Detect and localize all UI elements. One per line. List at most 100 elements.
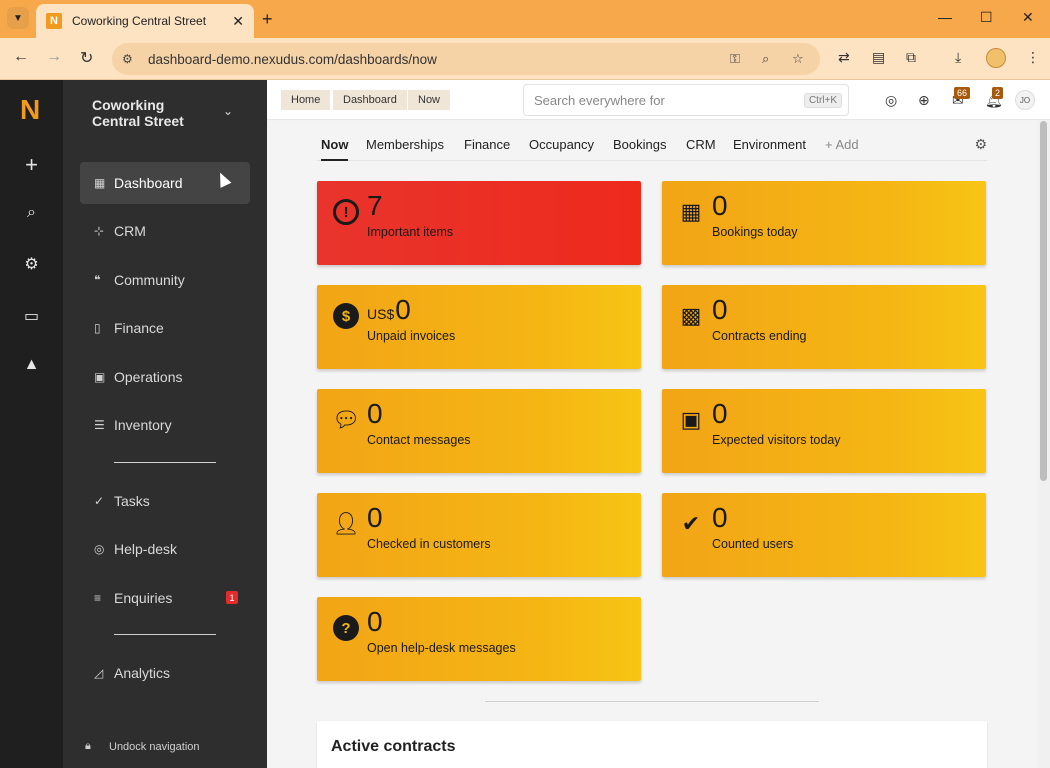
tile-checked-in-customers[interactable]: 👤︎ 0 Checked in customers bbox=[317, 493, 641, 577]
tab-bookings[interactable]: Bookings bbox=[613, 137, 666, 152]
chat-icon: 💬︎ bbox=[332, 407, 360, 432]
sidebar-item-label: CRM bbox=[114, 223, 146, 239]
chip-icon: ▣ bbox=[94, 370, 106, 384]
tile-contracts-ending[interactable]: ▩ 0 Contracts ending bbox=[662, 285, 986, 369]
page-scrollbar[interactable] bbox=[1037, 121, 1050, 768]
breadcrumb-now[interactable]: Now bbox=[408, 90, 451, 110]
close-tab-icon[interactable]: ✕ bbox=[232, 13, 244, 30]
sidebar-divider bbox=[114, 462, 216, 463]
tile-label: Counted users bbox=[712, 537, 794, 551]
forward-arrow-icon[interactable]: → bbox=[46, 48, 62, 66]
global-search-input[interactable]: Search everywhere for Ctrl+K bbox=[523, 84, 849, 116]
nexudus-logo[interactable]: N bbox=[20, 94, 40, 126]
tile-contact-messages[interactable]: 💬︎ 0 Contact messages bbox=[317, 389, 641, 473]
document-icon: ▯ bbox=[94, 321, 101, 335]
undock-navigation-button[interactable]: 🔒︎ Undock navigation bbox=[85, 740, 200, 753]
new-tab-button[interactable]: + bbox=[262, 9, 273, 30]
add-icon[interactable]: + bbox=[0, 152, 63, 178]
sidebar-item-enquiries[interactable]: ≡ Enquiries 1 bbox=[80, 577, 250, 619]
section-divider bbox=[485, 701, 819, 702]
breadcrumb-home[interactable]: Home bbox=[281, 90, 331, 110]
search-shortcut-hint: Ctrl+K bbox=[803, 93, 842, 108]
tab-now[interactable]: Now bbox=[321, 137, 349, 161]
tile-unpaid-invoices[interactable]: $ US$0 Unpaid invoices bbox=[317, 285, 641, 369]
sidebar-item-label: Help-desk bbox=[114, 541, 178, 557]
help-lifebuoy-icon[interactable]: ◎ bbox=[885, 92, 897, 109]
tile-label: Bookings today bbox=[712, 225, 798, 239]
search-icon[interactable]: ⌕ bbox=[0, 204, 63, 222]
sidebar-item-crm[interactable]: ⊹ CRM bbox=[80, 210, 250, 252]
sidebar-item-label: Analytics bbox=[114, 665, 171, 681]
sidebar-item-label: Inventory bbox=[114, 417, 172, 433]
minimize-window-button[interactable]: — bbox=[938, 9, 952, 25]
browser-tab[interactable]: N Coworking Central Street ✕ bbox=[36, 4, 254, 38]
location-name[interactable]: Coworking Central Street bbox=[92, 97, 212, 129]
tab-occupancy[interactable]: Occupancy bbox=[529, 137, 594, 152]
tab-finance[interactable]: Finance bbox=[464, 137, 510, 152]
tile-amount: 0 bbox=[395, 294, 411, 325]
tile-open-help-desk-messages[interactable]: ? 0 Open help-desk messages bbox=[317, 597, 641, 681]
grid-icon: ▦ bbox=[94, 176, 106, 190]
tab-memberships[interactable]: Memberships bbox=[366, 137, 444, 152]
sidebar: Coworking Central Street ⌄ ▦ Dashboard ⊹… bbox=[63, 80, 267, 768]
tab-crm[interactable]: CRM bbox=[686, 137, 716, 152]
close-window-button[interactable]: ✕ bbox=[1022, 9, 1034, 26]
sidebar-item-finance[interactable]: ▯ Finance bbox=[80, 307, 250, 349]
sidebar-item-label: Finance bbox=[114, 320, 164, 336]
site-info-icon[interactable]: ⚙ bbox=[122, 52, 146, 66]
dashboard-content: Now Memberships Finance Occupancy Bookin… bbox=[267, 121, 1037, 768]
dashboard-settings-gear-icon[interactable]: ⚙ bbox=[974, 136, 987, 153]
notifications-count-badge: 2 bbox=[992, 87, 1004, 99]
sidebar-item-tasks[interactable]: ✓ Tasks bbox=[80, 480, 250, 522]
globe-icon[interactable]: ⊕ bbox=[918, 92, 930, 109]
tile-expected-visitors[interactable]: ▣ 0 Expected visitors today bbox=[662, 389, 986, 473]
alert-icon: ! bbox=[333, 199, 359, 225]
browser-toolbar: ← → ↻ ⚙ dashboard-demo.nexudus.com/dashb… bbox=[0, 38, 1050, 80]
sidebar-item-label: Community bbox=[114, 272, 185, 288]
zoom-icon[interactable]: ⌕ bbox=[762, 51, 769, 67]
sidebar-item-analytics[interactable]: ◿ Analytics bbox=[80, 652, 250, 694]
undock-label: Undock navigation bbox=[109, 740, 200, 753]
chart-icon: ◿ bbox=[94, 666, 104, 680]
bookmark-star-icon[interactable]: ☆ bbox=[792, 51, 804, 67]
reading-list-icon[interactable]: ▤ bbox=[872, 49, 885, 66]
tile-label: Open help-desk messages bbox=[367, 641, 516, 655]
sidebar-item-operations[interactable]: ▣ Operations bbox=[80, 356, 250, 398]
add-tab-button[interactable]: + Add bbox=[825, 137, 859, 152]
reload-icon[interactable]: ↻ bbox=[80, 48, 93, 68]
tile-value: 0 bbox=[367, 502, 383, 533]
section-title: Active contracts bbox=[331, 738, 456, 755]
chevron-down-icon[interactable]: ⌄ bbox=[223, 104, 233, 118]
tile-counted-users[interactable]: ✔ 0 Counted users bbox=[662, 493, 986, 577]
tab-search-button[interactable]: ▼ bbox=[7, 7, 29, 29]
password-key-icon[interactable]: ⚿ bbox=[730, 51, 740, 67]
graduation-cap-icon[interactable]: ▲ bbox=[0, 356, 63, 374]
browser-menu-icon[interactable]: ⋮ bbox=[1026, 49, 1040, 66]
browser-tab-title: Coworking Central Street bbox=[72, 14, 207, 28]
tab-environment[interactable]: Environment bbox=[733, 137, 806, 152]
scrollbar-thumb[interactable] bbox=[1040, 121, 1047, 481]
tile-value: US$0 bbox=[367, 295, 411, 329]
sidebar-item-help-desk[interactable]: ◎ Help-desk bbox=[80, 528, 250, 570]
download-icon[interactable]: ⤓ bbox=[955, 49, 961, 66]
extensions-icon[interactable]: ⧉ bbox=[906, 49, 916, 66]
sidebar-item-label: Operations bbox=[114, 369, 183, 385]
back-arrow-icon[interactable]: ← bbox=[13, 48, 29, 66]
sidebar-item-community[interactable]: ❝ Community bbox=[80, 259, 250, 301]
feedback-icon[interactable]: ▭ bbox=[0, 306, 63, 326]
tile-label: Expected visitors today bbox=[712, 433, 841, 447]
address-bar[interactable]: ⚙ dashboard-demo.nexudus.com/dashboards/… bbox=[112, 43, 820, 75]
user-avatar[interactable]: JO bbox=[1015, 90, 1035, 110]
breadcrumb-dashboard[interactable]: Dashboard bbox=[333, 90, 407, 110]
maximize-window-button[interactable]: ☐ bbox=[980, 9, 993, 26]
tile-bookings-today[interactable]: ▦ 0 Bookings today bbox=[662, 181, 986, 265]
translate-icon[interactable]: ⇄ bbox=[838, 49, 850, 66]
sidebar-item-label: Tasks bbox=[114, 493, 150, 509]
settings-gear-icon[interactable]: ⚙ bbox=[0, 254, 63, 274]
tile-important-items[interactable]: ! 7 Important items bbox=[317, 181, 641, 265]
sidebar-item-inventory[interactable]: ☰ Inventory bbox=[80, 404, 250, 446]
nexudus-favicon-icon: N bbox=[46, 13, 62, 29]
browser-profile-avatar[interactable] bbox=[986, 48, 1006, 68]
tile-value: 0 bbox=[367, 398, 383, 429]
messages-count-badge: 66 bbox=[954, 87, 971, 99]
